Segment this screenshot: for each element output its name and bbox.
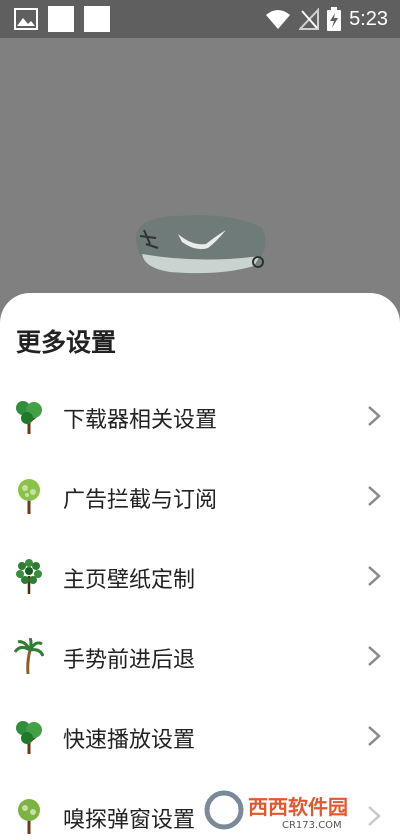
menu-item-homepage-wallpaper[interactable]: 主页壁纸定制	[0, 536, 400, 616]
menu-item-label: 主页壁纸定制	[63, 568, 196, 593]
seagull-logo-icon	[135, 215, 266, 274]
chevron-right-icon	[368, 566, 381, 586]
tree-icon	[16, 559, 42, 594]
tree-icon	[16, 721, 42, 754]
menu-item-quick-play-settings[interactable]: 快速播放设置	[0, 696, 400, 776]
menu-item-gesture-navigation[interactable]: 手势前进后退	[0, 616, 400, 696]
menu-item-label: 广告拦截与订阅	[63, 488, 218, 513]
no-signal-icon	[299, 8, 320, 30]
menu-item-downloader-settings[interactable]: 下载器相关设置	[0, 376, 400, 456]
tree-icon	[16, 401, 42, 434]
chevron-right-icon	[368, 406, 381, 426]
notification-square	[84, 6, 110, 32]
tree-icon	[18, 479, 40, 514]
sheet-title: 更多设置	[16, 328, 117, 357]
menu-item-label: 嗅探弹窗设置	[63, 808, 196, 833]
chevron-right-icon	[368, 726, 381, 746]
menu-item-label: 下载器相关设置	[63, 408, 218, 433]
battery-charging-icon	[327, 7, 342, 31]
status-bar: 5:23	[0, 0, 400, 38]
menu-item-label: 手势前进后退	[63, 648, 196, 673]
chevron-right-icon	[368, 646, 381, 666]
site-watermark-logo: 西西软件园 CR173.COM	[200, 788, 390, 832]
watermark-subtext: CR173.COM	[282, 820, 342, 831]
watermark-text: 西西软件园	[248, 795, 348, 819]
status-bar-left	[14, 6, 110, 32]
wifi-icon	[266, 10, 291, 29]
palm-tree-icon	[14, 638, 44, 674]
status-time: 5:23	[349, 7, 388, 30]
status-bar-right: 5:23	[265, 7, 388, 31]
image-icon	[14, 8, 38, 30]
notification-square	[48, 6, 74, 32]
chevron-right-icon	[368, 486, 381, 506]
menu-item-ad-block-subscription[interactable]: 广告拦截与订阅	[0, 456, 400, 536]
more-settings-sheet: 更多设置 下载器相关设置 广告拦截与订阅 主页壁纸定制 手势前进后退 快速播放设…	[0, 293, 400, 840]
tree-icon	[18, 799, 40, 834]
menu-item-label: 快速播放设置	[63, 728, 196, 753]
